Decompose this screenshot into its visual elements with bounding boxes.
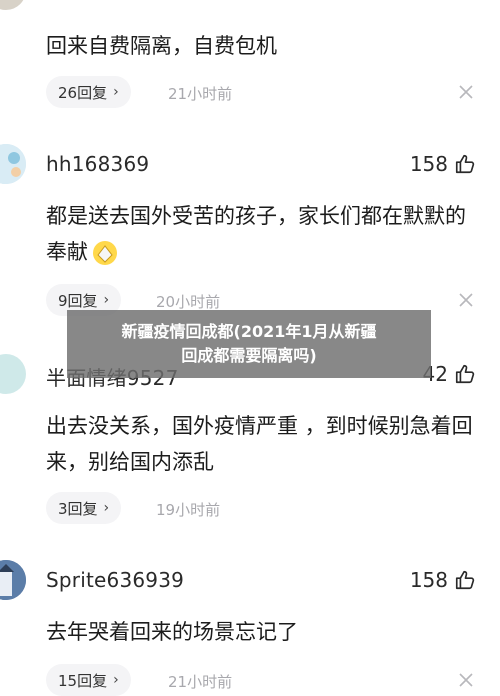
comment-username[interactable]: hh168369 [46, 152, 149, 176]
comment-time: 20小时前 [156, 293, 221, 311]
like-count: 158 [409, 568, 448, 592]
avatar[interactable] [0, 560, 26, 600]
avatar[interactable] [0, 144, 26, 184]
comment-username[interactable]: Sprite636939 [46, 568, 184, 592]
reply-count-button[interactable]: 26回复 › [46, 76, 131, 108]
reply-count-button[interactable]: 3回复 › [46, 492, 122, 524]
thumbs-up-icon [455, 154, 475, 174]
close-icon[interactable] [458, 672, 474, 688]
chevron-right-icon: › [113, 672, 119, 688]
reply-count-label: 3回复 [58, 499, 98, 518]
chevron-right-icon: › [113, 84, 119, 100]
comment-time: 19小时前 [156, 501, 221, 519]
avatar-image [0, 560, 26, 600]
reply-count-button[interactable]: 15回复 › [46, 664, 131, 696]
like-count: 158 [409, 152, 448, 176]
comment-text: 出去没关系，国外疫情严重 ，到时候别急着回来，别给国内添乱 [46, 414, 473, 474]
reply-count-label: 26回复 [58, 83, 108, 102]
thumbs-up-icon [455, 570, 475, 590]
close-icon[interactable] [458, 84, 474, 100]
avatar[interactable] [0, 354, 26, 394]
close-icon[interactable] [458, 292, 474, 308]
emoji-icon [90, 238, 120, 268]
comment-time: 21小时前 [168, 85, 233, 103]
overlay-title-line: 回成都需要隔离吗) [181, 346, 317, 365]
comment-text: 回来自费隔离，自费包机 [46, 34, 277, 58]
avatar[interactable] [0, 0, 26, 10]
comment-text: 去年哭着回来的场景忘记了 [46, 620, 298, 644]
reply-count-label: 9回复 [58, 291, 98, 310]
chevron-right-icon: › [103, 292, 110, 308]
chevron-right-icon: › [103, 500, 110, 516]
like-button[interactable]: 158 [410, 568, 476, 592]
thumbs-up-icon [455, 364, 475, 384]
like-button[interactable]: 158 [410, 152, 476, 176]
title-overlay-banner: 新疆疫情回成都(2021年1月从新疆 回成都需要隔离吗) [67, 310, 431, 378]
avatar-image [0, 144, 26, 184]
comment-text: 都是送去国外受苦的孩子，家长们都在默默的奉献 [46, 198, 476, 270]
overlay-title-line: 新疆疫情回成都(2021年1月从新疆 [121, 322, 377, 341]
reply-count-label: 15回复 [58, 671, 108, 690]
comment-time: 21小时前 [168, 673, 233, 691]
